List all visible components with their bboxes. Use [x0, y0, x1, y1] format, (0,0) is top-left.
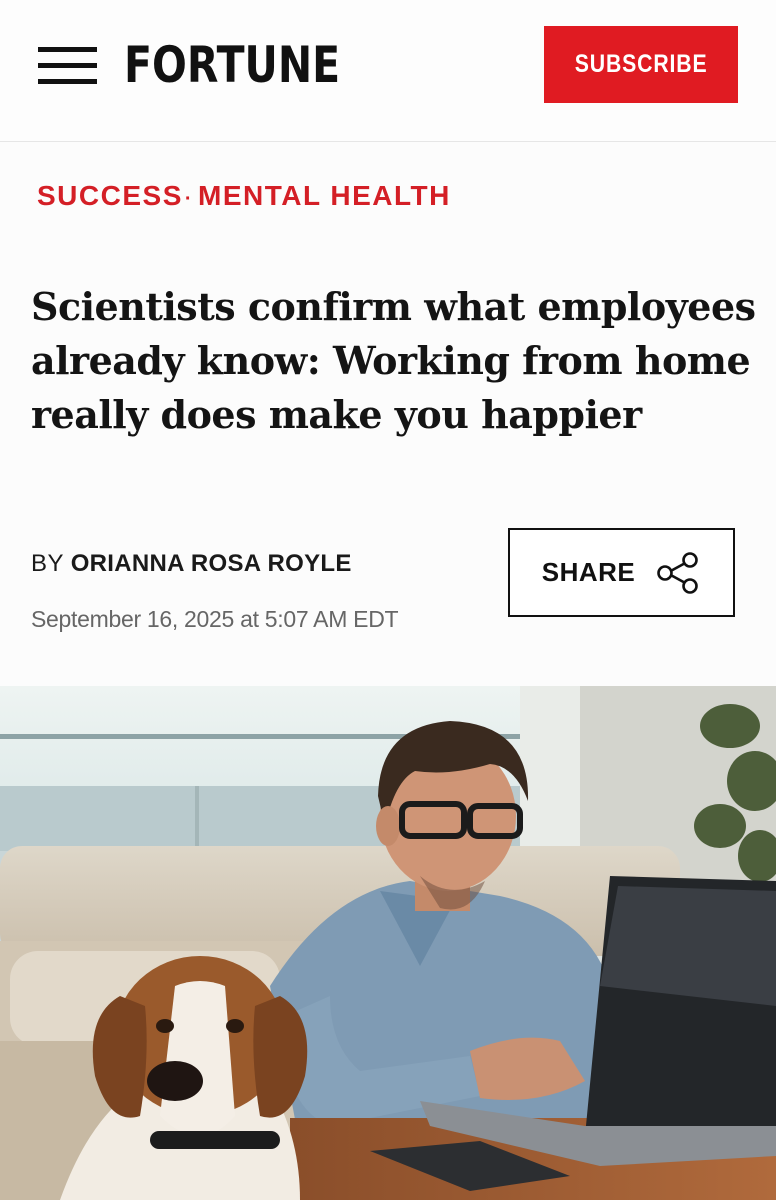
publish-date: September 16, 2025 at 5:07 AM EDT [31, 606, 399, 632]
site-header: FORTUNE SUBSCRIBE [0, 0, 776, 142]
menu-line [38, 47, 97, 52]
fortune-logo[interactable]: FORTUNE [124, 38, 340, 92]
menu-line [38, 63, 97, 68]
category-breadcrumb: SUCCESS · MENTAL HEALTH [37, 180, 451, 214]
hero-illustration [0, 686, 776, 1200]
share-button[interactable]: SHARE [508, 528, 735, 617]
hamburger-menu-icon[interactable] [38, 47, 97, 85]
share-label: SHARE [541, 557, 636, 587]
byline: BY ORIANNA ROSA ROYLE [31, 550, 352, 578]
hero-photo [0, 686, 776, 1200]
category-link-mental-health[interactable]: MENTAL HEALTH [198, 180, 451, 212]
byline-prefix: BY [31, 550, 65, 577]
category-separator: · [184, 188, 194, 210]
category-link-success[interactable]: SUCCESS [37, 180, 183, 212]
subscribe-label: SUBSCRIBE [574, 50, 708, 78]
share-icon [657, 551, 699, 594]
subscribe-button[interactable]: SUBSCRIBE [544, 26, 738, 103]
article-headline: Scientists confirm what employees alread… [31, 284, 756, 437]
author-link[interactable]: ORIANNA ROSA ROYLE [71, 550, 352, 577]
menu-line [38, 79, 97, 84]
